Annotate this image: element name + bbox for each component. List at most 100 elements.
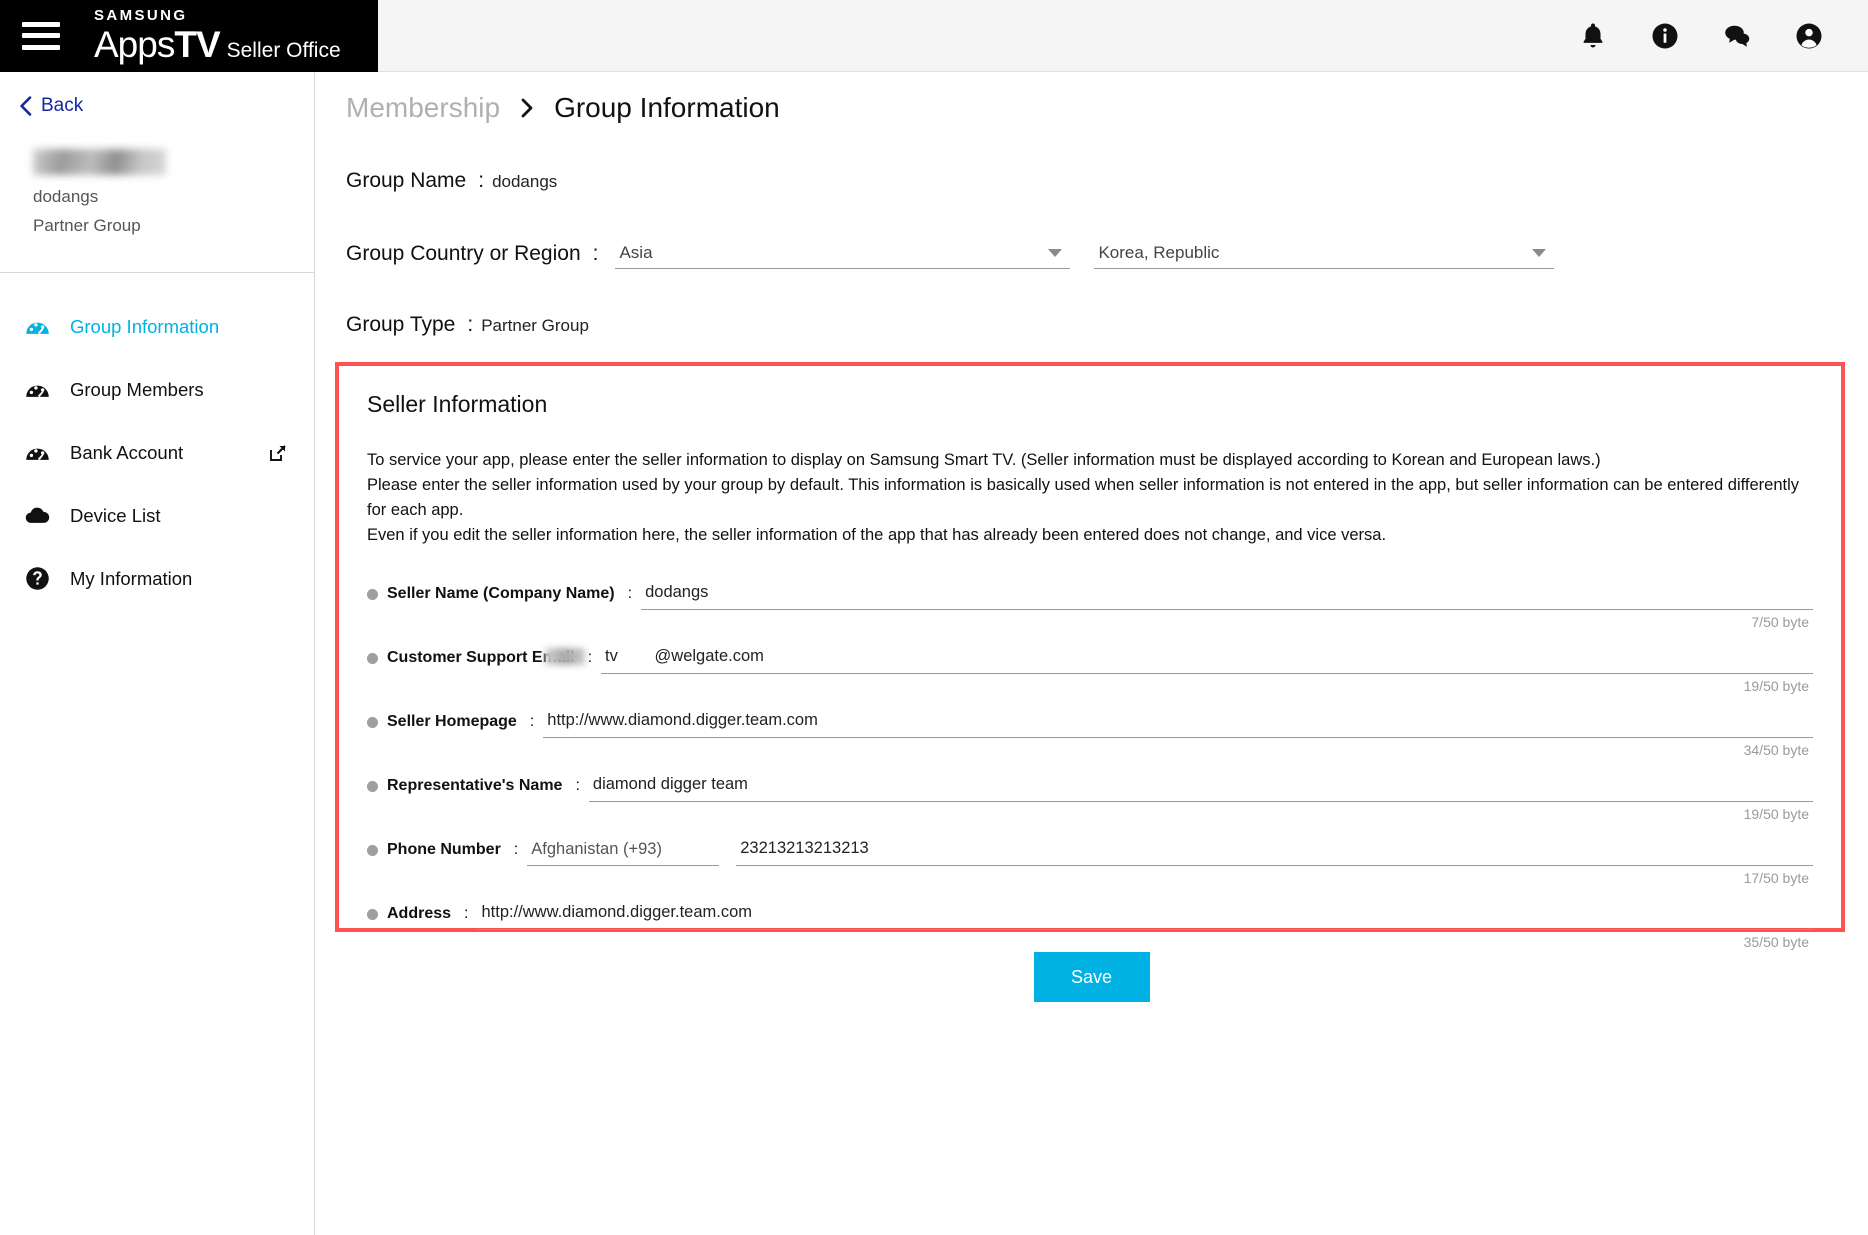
bullet-icon bbox=[367, 780, 378, 792]
group-type-row: Group Type : Partner Group bbox=[315, 313, 1868, 337]
field-label: Representative's Name bbox=[387, 777, 563, 795]
external-link-icon[interactable] bbox=[268, 443, 288, 463]
sidebar: Back dodangs Partner Group Group Informa… bbox=[0, 72, 315, 1235]
seller-homepage-input[interactable] bbox=[543, 706, 1813, 739]
colon: : bbox=[575, 777, 580, 795]
field-row-address: Address : 35/50 byte bbox=[367, 894, 1813, 958]
help-circle-icon bbox=[26, 567, 49, 590]
seller-information-panel: Seller Information To service your app, … bbox=[335, 362, 1845, 950]
chevron-left-icon bbox=[20, 96, 32, 116]
chevron-down-icon bbox=[1048, 249, 1063, 257]
phone-number-input[interactable] bbox=[736, 834, 1813, 867]
group-name-value: dodangs bbox=[492, 172, 558, 191]
seller-fields: Seller Name (Company Name) : 7/50 byte C… bbox=[367, 574, 1813, 958]
sidebar-item-label: Group Members bbox=[70, 378, 204, 400]
seller-information-description: To service your app, please enter the se… bbox=[367, 448, 1813, 548]
field-row-customer-support-email: Customer Support Email : 19/50 byte bbox=[367, 638, 1813, 702]
colon: : bbox=[478, 169, 485, 192]
masked-user-name bbox=[33, 149, 166, 175]
address-input[interactable] bbox=[477, 898, 1813, 931]
group-country-select[interactable]: Korea, Republic bbox=[1094, 238, 1555, 269]
info-icon[interactable] bbox=[1650, 21, 1680, 51]
back-button[interactable]: Back bbox=[0, 72, 314, 117]
sidebar-item-my-information[interactable]: My Information bbox=[0, 547, 314, 610]
breadcrumb-parent[interactable]: Membership bbox=[346, 92, 500, 124]
breadcrumb-current: Group Information bbox=[554, 92, 780, 123]
logo-seller-office-text: Seller Office bbox=[226, 39, 341, 62]
description-line-1: To service your app, please enter the se… bbox=[367, 451, 1601, 469]
sidebar-item-group-members[interactable]: Group Members bbox=[0, 358, 314, 421]
phone-country-code-value: Afghanistan (+93) bbox=[531, 840, 662, 859]
user-summary: dodangs Partner Group bbox=[0, 117, 314, 236]
save-button-area: Save bbox=[315, 952, 1868, 1002]
dashboard-gauge-icon bbox=[26, 385, 49, 398]
group-region-select[interactable]: Asia bbox=[615, 238, 1071, 269]
byte-counter: 35/50 byte bbox=[1743, 934, 1809, 951]
hamburger-menu-icon[interactable] bbox=[22, 21, 60, 50]
seller-name-input[interactable] bbox=[641, 578, 1813, 611]
app-root: SAMSUNG Apps TV Seller Office Back dodan… bbox=[0, 0, 1868, 1235]
group-country-selected-value: Korea, Republic bbox=[1098, 243, 1220, 262]
colon: : bbox=[529, 713, 535, 731]
account-icon[interactable] bbox=[1794, 21, 1824, 51]
field-label: Seller Homepage bbox=[387, 713, 517, 731]
sidebar-item-device-list[interactable]: Device List bbox=[0, 484, 314, 547]
breadcrumb: Membership Group Information bbox=[315, 72, 1868, 124]
back-label: Back bbox=[41, 95, 84, 116]
header-icon-group bbox=[1578, 21, 1868, 51]
notification-bell-icon[interactable] bbox=[1578, 21, 1608, 51]
colon: : bbox=[592, 241, 599, 265]
dashboard-gauge-icon bbox=[26, 448, 49, 461]
sidebar-item-bank-account[interactable]: Bank Account bbox=[0, 421, 314, 484]
group-region-selected-value: Asia bbox=[619, 243, 653, 262]
sidebar-group-type: Partner Group bbox=[33, 216, 141, 235]
top-header-bar: SAMSUNG Apps TV Seller Office bbox=[0, 0, 1868, 72]
main-content: Membership Group Information Group Name … bbox=[315, 72, 1868, 1235]
field-row-seller-homepage: Seller Homepage : 34/50 byte bbox=[367, 702, 1813, 766]
byte-counter: 17/50 byte bbox=[1743, 870, 1809, 887]
sidebar-item-label: Bank Account bbox=[70, 441, 184, 463]
logo-apps-text: Apps bbox=[94, 24, 175, 65]
sidebar-item-label: Group Information bbox=[70, 315, 220, 337]
description-line-2: Please enter the seller information used… bbox=[367, 476, 1800, 520]
sidebar-item-group-information[interactable]: Group Information bbox=[0, 295, 314, 358]
colon: : bbox=[513, 841, 519, 859]
field-label: Customer Support Email bbox=[387, 649, 575, 667]
bullet-icon bbox=[367, 716, 378, 728]
logo-samsung-text: SAMSUNG bbox=[94, 7, 188, 24]
cloud-icon bbox=[25, 507, 50, 523]
customer-support-email-input[interactable] bbox=[601, 642, 1813, 675]
colon: : bbox=[464, 905, 469, 923]
chat-icon[interactable] bbox=[1722, 21, 1752, 51]
sidebar-item-label: My Information bbox=[70, 567, 193, 589]
field-row-representative-name: Representative's Name : 19/50 byte bbox=[367, 766, 1813, 830]
bullet-icon bbox=[367, 844, 378, 856]
colon: : bbox=[467, 313, 474, 336]
brand-block: SAMSUNG Apps TV Seller Office bbox=[0, 0, 378, 72]
chevron-right-icon bbox=[521, 98, 533, 118]
group-region-label: Group Country or Region bbox=[346, 241, 581, 265]
field-label: Seller Name (Company Name) bbox=[387, 585, 615, 603]
byte-counter: 19/50 byte bbox=[1743, 678, 1809, 695]
bullet-icon bbox=[367, 908, 378, 920]
field-label: Phone Number bbox=[387, 841, 501, 859]
sidebar-group-name: dodangs bbox=[33, 187, 99, 206]
group-region-row: Group Country or Region : Asia Korea, Re… bbox=[315, 238, 1868, 269]
seller-information-title: Seller Information bbox=[367, 391, 548, 417]
colon: : bbox=[587, 649, 593, 667]
group-name-label: Group Name bbox=[346, 169, 467, 192]
group-name-row: Group Name : dodangs bbox=[315, 169, 1868, 193]
bullet-icon bbox=[367, 652, 378, 664]
field-row-phone-number: Phone Number : Afghanistan (+93) 17/50 b… bbox=[367, 830, 1813, 894]
bullet-icon bbox=[367, 588, 378, 600]
byte-counter: 7/50 byte bbox=[1751, 614, 1809, 631]
app-logo: SAMSUNG Apps TV Seller Office bbox=[94, 8, 341, 63]
description-line-3: Even if you edit the seller information … bbox=[367, 526, 1387, 545]
phone-country-code-select[interactable]: Afghanistan (+93) bbox=[527, 834, 720, 867]
save-button[interactable]: Save bbox=[1033, 952, 1150, 1002]
group-type-label: Group Type bbox=[346, 313, 456, 336]
colon: : bbox=[627, 585, 633, 603]
representative-name-input[interactable] bbox=[588, 770, 1813, 803]
sidebar-item-label: Device List bbox=[70, 504, 161, 526]
field-label: Address bbox=[387, 905, 452, 923]
